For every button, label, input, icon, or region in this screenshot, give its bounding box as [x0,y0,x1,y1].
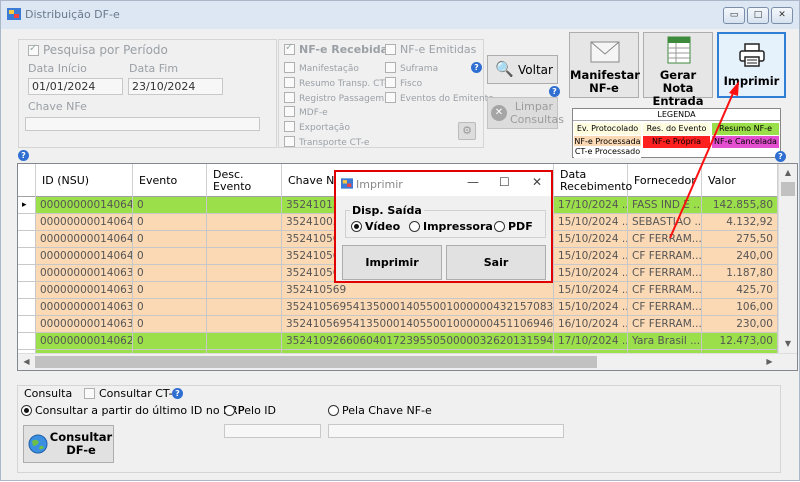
print-dialog: Imprimir — ☐ ✕ Disp. Saída Vídeo Impress… [334,170,553,283]
dialog-minimize-icon[interactable]: — [467,175,479,189]
dialog-print-button[interactable]: Imprimir [342,245,442,280]
query-help-icon[interactable]: ? [172,388,183,399]
dialog-title-bar: Imprimir — ☐ ✕ [336,172,551,196]
radio-video-icon [351,221,362,232]
query-label: Consulta [24,387,73,400]
cte-check-icon [84,388,95,399]
dialog-exit-button[interactable]: Sair [446,245,546,280]
radio-by-key-icon [328,405,339,416]
cte-checkbox[interactable]: Consultar CT-e [84,387,179,400]
dialog-maximize-icon[interactable]: ☐ [499,175,510,189]
radio-last-id[interactable]: Consultar a partir do último ID no ERP [21,404,244,417]
radio-video[interactable]: Vídeo [351,220,400,233]
dialog-app-icon [341,178,353,189]
radio-by-key[interactable]: Pela Chave NF-e [328,404,432,417]
dialog-title: Imprimir [356,178,403,191]
radio-by-id[interactable]: Pelo ID [224,404,276,417]
radio-pdf[interactable]: PDF [494,220,533,233]
radio-pdf-icon [494,221,505,232]
radio-last-id-icon [21,405,32,416]
globe-icon [28,434,48,454]
consult-label: Consultar DF-e [49,430,113,457]
radio-printer[interactable]: Impressora [409,220,493,233]
radio-by-id-icon [224,405,235,416]
id-input[interactable] [224,424,321,438]
consult-button[interactable]: Consultar DF-e [23,425,114,463]
main-window: Distribuição DF-e ▭ □ ✕ Pesquisa por Per… [0,0,800,481]
dialog-close-icon[interactable]: ✕ [532,175,542,189]
radio-printer-icon [409,221,420,232]
key-input[interactable] [328,424,564,438]
output-group-label: Disp. Saída [350,204,424,217]
